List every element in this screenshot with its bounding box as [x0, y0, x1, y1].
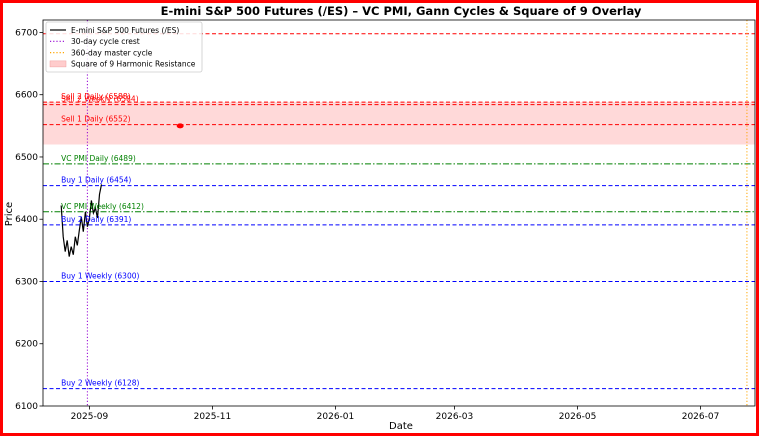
chart-title: E-mini S&P 500 Futures (/ES) – VC PMI, G… [161, 4, 642, 18]
level-label: Buy 2 Daily (6391) [61, 215, 131, 224]
x-tick-label: 2026-03 [436, 412, 474, 422]
y-tick-label: 6200 [15, 340, 38, 350]
x-tick-label: 2026-07 [682, 412, 720, 422]
y-tick-label: 6700 [15, 28, 38, 38]
x-tick-label: 2026-05 [559, 412, 597, 422]
plot-area [43, 20, 755, 406]
x-tick-label: 2026-01 [317, 412, 355, 422]
level-label: Buy 1 Weekly (6300) [61, 271, 139, 280]
legend-entry: Square of 9 Harmonic Resistance [71, 60, 196, 69]
level-label: Buy 2 Weekly (6128) [61, 379, 139, 388]
legend: E-mini S&P 500 Futures (/ES) 30-day cycle… [45, 21, 203, 73]
x-axis-label: Date [389, 421, 413, 432]
legend-entry: 30-day cycle crest [71, 37, 140, 46]
legend-entry: E-mini S&P 500 Futures (/ES) [71, 26, 179, 35]
level-label: Sell 1 Daily (6552) [61, 115, 130, 124]
level-label: Buy 1 Daily (6454) [61, 176, 131, 185]
harmonic-resistance-band [43, 102, 755, 145]
y-tick-label: 6300 [15, 277, 38, 287]
legend-swatch [49, 60, 67, 68]
level-label: VC PMI Weekly (6412) [61, 202, 144, 211]
level-label: VC PMI Daily (6489) [61, 154, 136, 163]
marker-point [176, 123, 184, 129]
y-tick-label: 6100 [15, 402, 38, 412]
legend-entry: 360-day master cycle [71, 48, 153, 57]
level-label: Sell 2 Weekly (6584) [61, 95, 139, 104]
y-tick-label: 6600 [15, 91, 38, 101]
y-tick-label: 6500 [15, 153, 38, 163]
x-tick-label: 2025-11 [194, 412, 232, 422]
chart: 6100 6200 6300 6400 6500 6600 6700 2025-09 2025-… [4, 4, 756, 432]
x-tick-label: 2025-09 [71, 412, 109, 422]
y-axis-label: Price [4, 202, 15, 226]
y-tick-label: 6400 [15, 215, 38, 225]
